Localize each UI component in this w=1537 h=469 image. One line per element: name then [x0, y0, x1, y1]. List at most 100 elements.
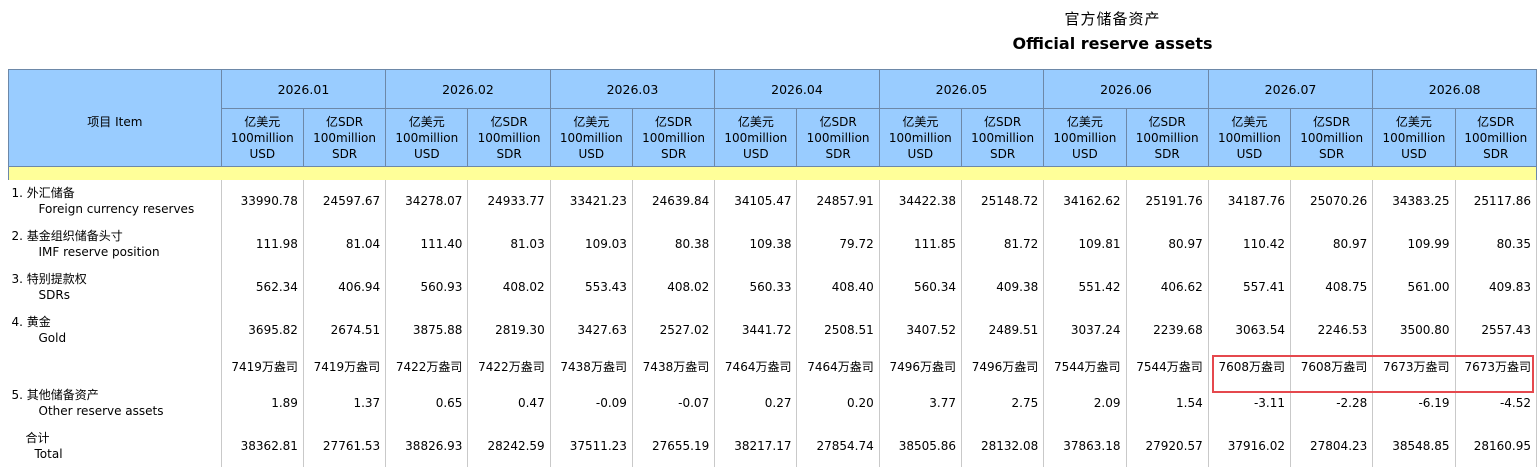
table-cell: 7464万盎司 [714, 351, 798, 381]
page-title-cn: 官方储备资产 [1064, 10, 1161, 28]
table-cell: -2.28 [1290, 381, 1374, 424]
unit-label-line: USD [249, 146, 276, 161]
table-cell: 7544万盎司 [1043, 351, 1127, 381]
separator-band [8, 166, 1537, 180]
table-cell: 551.42 [1043, 265, 1127, 308]
table-cell: 3037.24 [1043, 308, 1127, 351]
unit-label-line: 亿SDR [1148, 114, 1186, 129]
table-cell: 37863.18 [1043, 424, 1127, 467]
table-cell: 111.98 [221, 222, 304, 265]
table-cell: 3500.80 [1372, 308, 1456, 351]
table-cell: 560.33 [714, 265, 798, 308]
row-item-label: 4. 黄金 Gold [8, 308, 222, 351]
unit-label-line: 100million [1300, 130, 1364, 145]
reserve-assets-table: 项目 Item 2026.01 2026.02 2026.03 2026.04 … [8, 69, 1537, 467]
table-cell: 25117.86 [1455, 180, 1537, 222]
table-cell: 38362.81 [221, 424, 304, 467]
unit-header-sdr: 亿SDR 100million SDR [1290, 108, 1374, 167]
table-cell: 24639.84 [632, 180, 716, 222]
table-cell: 0.65 [385, 381, 469, 424]
table-cell: 81.03 [467, 222, 551, 265]
table-cell: 109.81 [1043, 222, 1127, 265]
table-cell: 408.02 [467, 265, 551, 308]
unit-label-line: 亿SDR [1477, 114, 1515, 129]
row-label-en: Total [34, 446, 63, 461]
table-cell: 80.38 [632, 222, 716, 265]
unit-label-line: 亿SDR [325, 114, 364, 129]
row-item-label [8, 351, 222, 381]
table-row: 合计 Total 38362.81 27761.53 38826.93 28242.59 3… [8, 424, 1537, 467]
table-cell: 25191.76 [1126, 180, 1209, 222]
month-header: 2026.03 [549, 69, 716, 109]
table-cell: 34187.76 [1208, 180, 1292, 222]
unit-label-line: 100million [1382, 130, 1446, 145]
table-cell: 24933.77 [467, 180, 551, 222]
table-cell: 7438万盎司 [550, 351, 633, 381]
table-cell: 79.72 [796, 222, 880, 265]
table-cell: 3427.63 [550, 308, 633, 351]
table-cell: 80.97 [1126, 222, 1209, 265]
unit-label-line: USD [907, 146, 934, 161]
month-header-row: 项目 Item 2026.01 2026.02 2026.03 2026.04 … [8, 69, 1537, 167]
unit-label-line: SDR [496, 146, 522, 161]
row-label-cn: 2. 基金组织储备头寸 [11, 228, 123, 243]
table-cell: 7608万盎司 [1208, 351, 1292, 381]
unit-label-line: 亿美元 [408, 114, 445, 129]
row-label-en: SDRs [38, 287, 70, 302]
table-cell: 34105.47 [714, 180, 798, 222]
table-cell: 2239.68 [1126, 308, 1209, 351]
unit-label-line: SDR [331, 146, 358, 161]
table-cell: 109.03 [550, 222, 633, 265]
unit-label-line: 亿SDR [984, 114, 1022, 129]
table-cell: 3063.54 [1208, 308, 1292, 351]
unit-header-usd: 亿美元 100million USD [385, 108, 469, 167]
unit-label-line: SDR [1319, 146, 1345, 161]
table-cell: 2674.51 [303, 308, 387, 351]
unit-header-sdr: 亿SDR 100million SDR [1125, 108, 1209, 167]
table-cell: 408.75 [1290, 265, 1374, 308]
unit-header-usd: 亿美元 100million USD [878, 108, 962, 167]
table-cell: 1.89 [221, 381, 304, 424]
table-cell: 0.47 [467, 381, 551, 424]
row-label-en: Other reserve assets [38, 403, 164, 418]
month-header: 2026.02 [385, 69, 551, 109]
table-cell: 27761.53 [303, 424, 387, 467]
item-column-header: 项目 Item [8, 69, 222, 167]
unit-label-line: 亿美元 [244, 114, 281, 129]
row-item-label: 1. 外汇储备 Foreign currency reserves [8, 180, 222, 222]
month-header: 2026.06 [1043, 69, 1209, 109]
table-cell: 34383.25 [1372, 180, 1456, 222]
table-cell: 34422.38 [879, 180, 962, 222]
table-cell: 34162.62 [1043, 180, 1127, 222]
unit-label-line: 亿美元 [737, 114, 774, 129]
unit-label-line: USD [413, 146, 440, 161]
table-cell: 37916.02 [1208, 424, 1292, 467]
table-cell: 7673万盎司 [1455, 351, 1537, 381]
table-cell: 408.40 [796, 265, 880, 308]
unit-label-line: 100million [724, 130, 788, 145]
table-cell: 7544万盎司 [1126, 351, 1209, 381]
row-item-label: 2. 基金组织储备头寸 IMF reserve position [8, 222, 222, 265]
unit-label-line: 100million [1464, 130, 1528, 145]
month-header: 2026.07 [1207, 69, 1374, 109]
unit-label-line: 100million [313, 130, 376, 145]
table-cell: 7422万盎司 [467, 351, 551, 381]
table-row: 2. 基金组织储备头寸 IMF reserve position 111.98 81.… [8, 222, 1537, 265]
unit-label-line: USD [578, 146, 605, 161]
table-cell: 560.93 [385, 265, 469, 308]
table-cell: 38217.17 [714, 424, 798, 467]
unit-label-line: SDR [825, 146, 851, 161]
unit-label-line: USD [743, 146, 769, 161]
table-cell: 406.94 [303, 265, 387, 308]
table-cell: 7496万盎司 [879, 351, 962, 381]
table-cell: 27920.57 [1126, 424, 1209, 467]
unit-header-usd: 亿美元 100million USD [1207, 108, 1292, 167]
unit-label-line: 100million [806, 130, 870, 145]
unit-header-sdr: 亿SDR 100million SDR [1454, 108, 1537, 167]
table-cell: 2527.02 [632, 308, 716, 351]
row-label-cn: 3. 特别提款权 [11, 271, 87, 286]
unit-header-usd: 亿美元 100million USD [1372, 108, 1456, 167]
table-cell: 7673万盎司 [1372, 351, 1456, 381]
table-cell: 33421.23 [550, 180, 633, 222]
row-label-cn: 4. 黄金 [11, 314, 51, 329]
